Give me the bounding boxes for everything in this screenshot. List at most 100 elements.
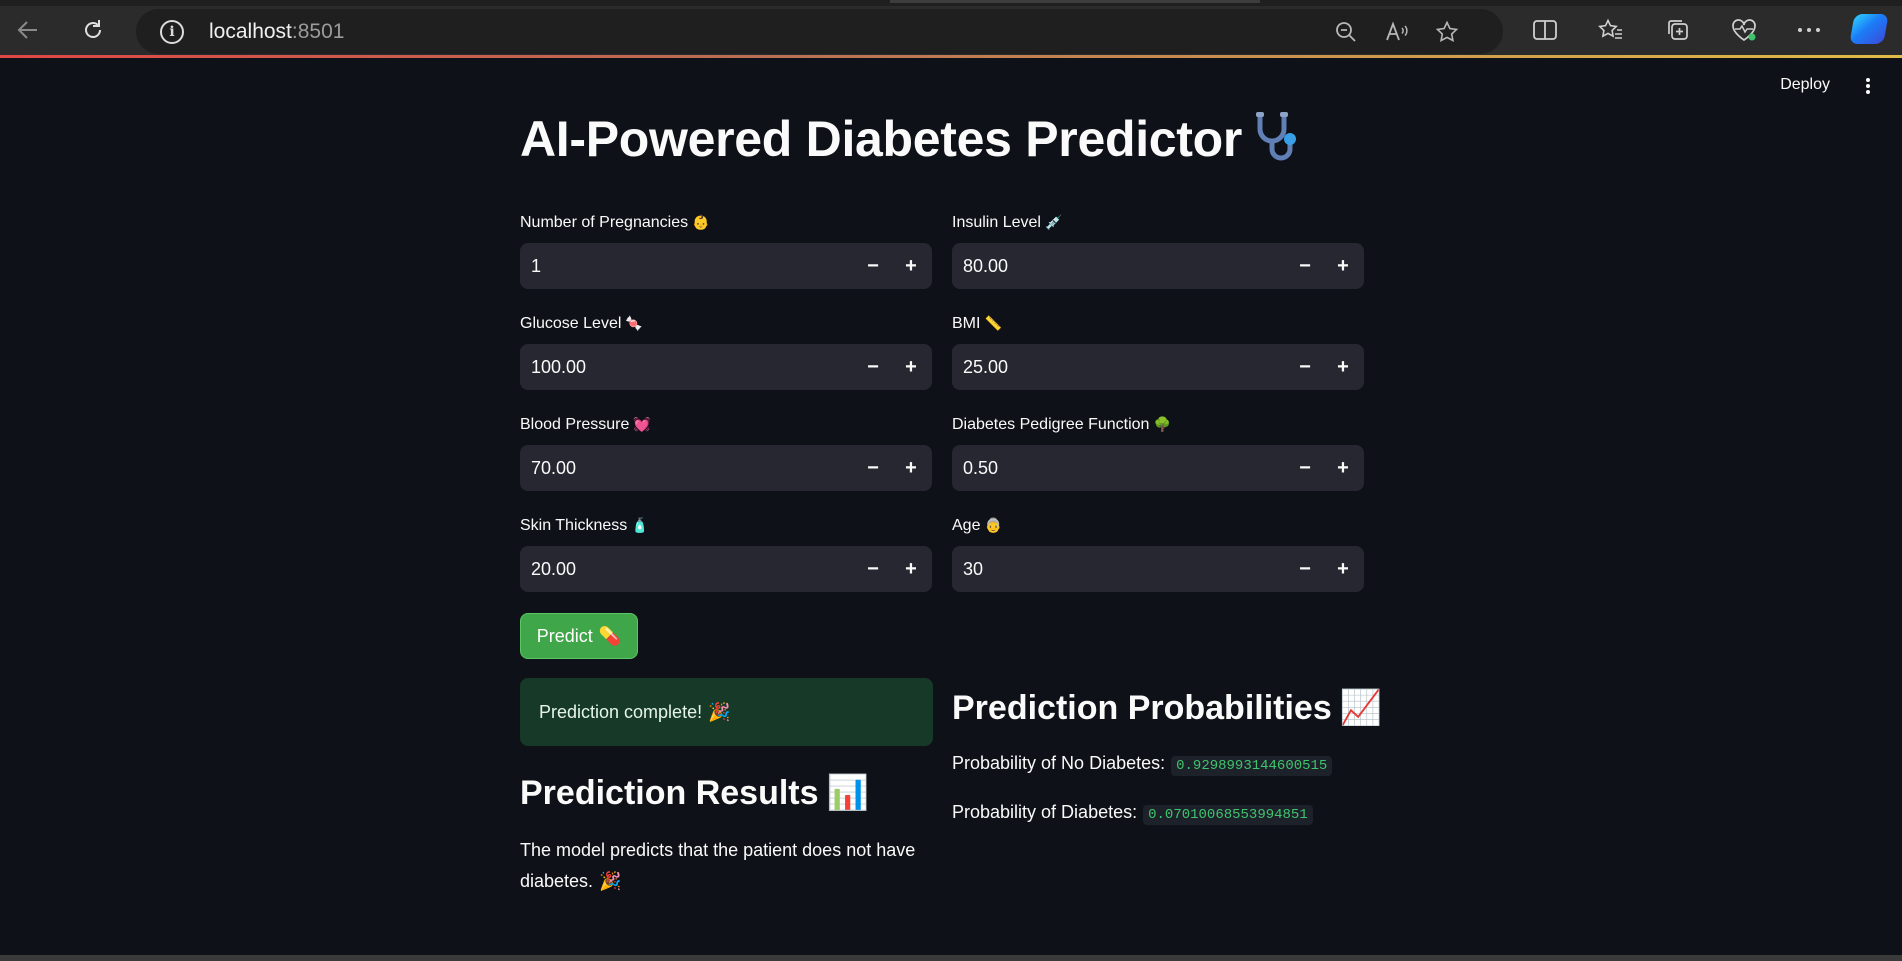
- url-port: :8501: [291, 20, 345, 43]
- stethoscope-icon: [1248, 109, 1304, 177]
- blood-pressure-input[interactable]: [520, 445, 840, 491]
- insulin-field: Insulin Level💉 − +: [952, 211, 1364, 289]
- prob-no-diabetes-line: Probability of No Diabetes: 0.92989931446…: [952, 753, 1333, 776]
- zoom-out-icon[interactable]: [1331, 17, 1361, 47]
- browser-toolbar: i localhost:8501: [0, 0, 1902, 58]
- deploy-button[interactable]: Deploy: [1780, 76, 1830, 94]
- dpf-input[interactable]: [952, 445, 1272, 491]
- url-text[interactable]: localhost:8501: [209, 20, 344, 44]
- info-icon[interactable]: i: [160, 20, 184, 44]
- party-popper-icon-2: 🎉: [599, 871, 622, 891]
- bar-chart-icon: 📊: [826, 774, 869, 812]
- skin-thickness-number-input[interactable]: − +: [520, 546, 932, 592]
- insulin-label-text: Insulin Level: [952, 214, 1041, 231]
- syringe-icon: 💉: [1044, 214, 1063, 230]
- results-text: The model predicts that the patient does…: [520, 835, 940, 897]
- dpf-field: Diabetes Pedigree Function🌳 − +: [952, 413, 1364, 491]
- age-number-input[interactable]: − +: [952, 546, 1364, 592]
- bmi-number-input[interactable]: − +: [952, 344, 1364, 390]
- glucose-number-input[interactable]: − +: [520, 344, 932, 390]
- address-bar[interactable]: i localhost:8501: [136, 9, 1503, 54]
- insulin-label: Insulin Level 💉: [952, 211, 1364, 233]
- predict-button[interactable]: Predict 💊: [520, 613, 638, 659]
- probabilities-heading: Prediction Probabilities 📈: [952, 688, 1382, 728]
- success-alert: Prediction complete! 🎉: [520, 678, 933, 746]
- window-bottom-edge: [0, 955, 1902, 961]
- skin-thickness-increment-button[interactable]: +: [892, 546, 930, 592]
- more-icon[interactable]: [1792, 13, 1826, 47]
- skin-thickness-label-text: Skin Thickness: [520, 517, 628, 534]
- reload-icon[interactable]: [75, 12, 111, 48]
- results-heading: Prediction Results 📊: [520, 773, 869, 813]
- prob-diabetes-line: Probability of Diabetes: 0.07010068553994…: [952, 802, 1313, 825]
- dpf-increment-button[interactable]: +: [1324, 445, 1362, 491]
- back-arrow-icon[interactable]: [10, 12, 46, 48]
- heart-icon: 💓: [633, 416, 651, 432]
- prob-no-diabetes-value: 0.9298993144600515: [1171, 756, 1333, 776]
- lotion-icon: 🧴: [631, 517, 649, 533]
- star-icon[interactable]: [1432, 17, 1462, 47]
- blood-pressure-field: Blood Pressure💓 − +: [520, 413, 932, 491]
- insulin-input[interactable]: [952, 243, 1272, 289]
- url-host: localhost: [209, 20, 292, 43]
- age-label: Age 👵: [952, 514, 1364, 536]
- prob-no-diabetes-label: Probability of No Diabetes:: [952, 753, 1166, 773]
- pill-icon: 💊: [598, 625, 622, 646]
- insulin-number-input[interactable]: − +: [952, 243, 1364, 289]
- bmi-field: BMI📏 − +: [952, 312, 1364, 390]
- tree-icon: 🌳: [1153, 416, 1171, 432]
- pregnancies-input[interactable]: [520, 243, 840, 289]
- dpf-label-text: Diabetes Pedigree Function: [952, 416, 1150, 433]
- age-input[interactable]: [952, 546, 1272, 592]
- chart-increasing-icon: 📈: [1339, 689, 1383, 727]
- page-title: AI-Powered Diabetes Predictor: [520, 109, 1304, 177]
- blood-pressure-label: Blood Pressure 💓: [520, 413, 932, 435]
- blood-pressure-increment-button[interactable]: +: [892, 445, 930, 491]
- tab-strip: [0, 0, 1902, 6]
- bmi-input[interactable]: [952, 344, 1272, 390]
- glucose-label-text: Glucose Level: [520, 315, 622, 332]
- dpf-label: Diabetes Pedigree Function 🌳: [952, 413, 1364, 435]
- glucose-decrement-button[interactable]: −: [854, 344, 892, 390]
- glucose-input[interactable]: [520, 344, 840, 390]
- glucose-increment-button[interactable]: +: [892, 344, 930, 390]
- bmi-label: BMI 📏: [952, 312, 1364, 334]
- pregnancies-increment-button[interactable]: +: [892, 243, 930, 289]
- candy-icon: 🍬: [625, 315, 643, 331]
- collections-icon[interactable]: [1661, 13, 1695, 47]
- pregnancies-label: Number of Pregnancies 👶: [520, 211, 932, 233]
- blood-pressure-label-text: Blood Pressure: [520, 416, 630, 433]
- baby-icon: 👶: [692, 214, 710, 230]
- insulin-decrement-button[interactable]: −: [1286, 243, 1324, 289]
- insulin-increment-button[interactable]: +: [1324, 243, 1362, 289]
- copilot-icon[interactable]: [1849, 14, 1889, 44]
- blood-pressure-number-input[interactable]: − +: [520, 445, 932, 491]
- bmi-label-text: BMI: [952, 315, 981, 332]
- age-decrement-button[interactable]: −: [1286, 546, 1324, 592]
- skin-thickness-decrement-button[interactable]: −: [854, 546, 892, 592]
- main-menu-icon[interactable]: [1858, 76, 1878, 96]
- browser-essentials-icon[interactable]: [1727, 13, 1761, 47]
- glucose-label: Glucose Level 🍬: [520, 312, 932, 334]
- tab-indicator: [890, 0, 1260, 3]
- skin-thickness-input[interactable]: [520, 546, 840, 592]
- pregnancies-decrement-button[interactable]: −: [854, 243, 892, 289]
- skin-thickness-label: Skin Thickness 🧴: [520, 514, 932, 536]
- bmi-decrement-button[interactable]: −: [1286, 344, 1324, 390]
- probabilities-heading-text: Prediction Probabilities: [952, 689, 1332, 727]
- dpf-decrement-button[interactable]: −: [1286, 445, 1324, 491]
- pregnancies-field: Number of Pregnancies👶 − +: [520, 211, 932, 289]
- prob-diabetes-label: Probability of Diabetes:: [952, 802, 1138, 822]
- favorites-icon[interactable]: [1594, 13, 1628, 47]
- pregnancies-number-input[interactable]: − +: [520, 243, 932, 289]
- blood-pressure-decrement-button[interactable]: −: [854, 445, 892, 491]
- age-increment-button[interactable]: +: [1324, 546, 1362, 592]
- read-aloud-icon[interactable]: [1382, 17, 1412, 47]
- bmi-increment-button[interactable]: +: [1324, 344, 1362, 390]
- dpf-number-input[interactable]: − +: [952, 445, 1364, 491]
- split-screen-icon[interactable]: [1528, 13, 1562, 47]
- results-text-body: The model predicts that the patient does…: [520, 840, 916, 891]
- results-heading-text: Prediction Results: [520, 774, 819, 812]
- success-message: Prediction complete!: [539, 701, 703, 722]
- pregnancies-label-text: Number of Pregnancies: [520, 214, 689, 231]
